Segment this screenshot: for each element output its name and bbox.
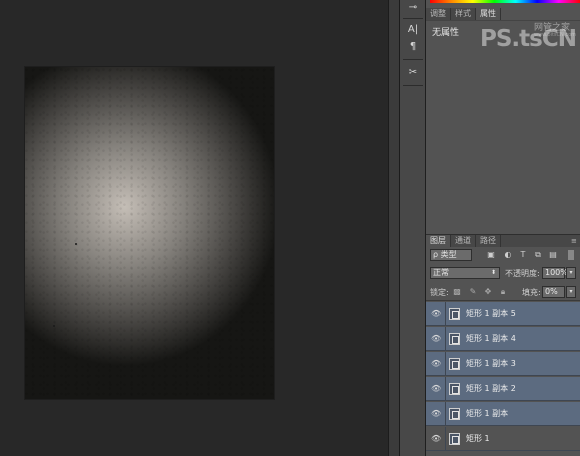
eye-icon[interactable]: 👁︎ (431, 359, 441, 369)
panel-dock-divider[interactable] (388, 0, 400, 456)
blend-mode-select[interactable]: 正常 ⬍ (430, 267, 500, 279)
lock-label: 锁定: (430, 288, 449, 297)
site-watermark: PS.tsCN 网管之家 www.bitsCN.com (466, 18, 580, 58)
layer-name[interactable]: 矩形 1 副本 4 (466, 333, 516, 345)
lock-image-pixels-icon[interactable]: ✎ (468, 287, 478, 297)
tab-channels[interactable]: 通道 (451, 235, 476, 247)
eye-icon[interactable]: 👁︎ (431, 309, 441, 319)
fill-label: 填充: (522, 288, 541, 297)
opacity-dropdown-arrow[interactable]: ▾ (566, 267, 576, 279)
opacity-input[interactable]: 100% (542, 267, 568, 279)
type-filter-icon[interactable]: T (518, 250, 528, 260)
shape-layer-thumbnail[interactable] (449, 383, 460, 395)
layer-row[interactable]: 👁︎ 矩形 1 副本 2 (426, 377, 580, 401)
watermark-url: www.bitsCN.com (534, 32, 577, 38)
toolstrip-divider (403, 18, 423, 19)
shape-layer-thumbnail[interactable] (449, 433, 460, 445)
layer-row-divider (445, 327, 446, 351)
shape-filter-icon[interactable]: ⧉ (533, 250, 543, 260)
tab-paths[interactable]: 路径 (476, 235, 501, 247)
layer-row-divider (445, 302, 446, 326)
document-canvas[interactable] (25, 67, 274, 399)
layer-row-divider (445, 402, 446, 426)
layer-row[interactable]: 👁︎ 矩形 1 副本 3 (426, 352, 580, 376)
lock-transparent-pixels-icon[interactable]: ▩ (452, 287, 462, 297)
chevron-down-icon: ⬍ (490, 269, 496, 276)
layer-row[interactable]: 👁︎ 矩形 1 副本 (426, 402, 580, 426)
layer-row-divider (445, 377, 446, 401)
brush-settings-icon[interactable]: ⊸ (403, 0, 423, 16)
shape-layer-thumbnail[interactable] (449, 333, 460, 345)
filter-toggle-switch[interactable] (568, 250, 574, 260)
paragraph-icon[interactable]: ¶ (403, 39, 423, 55)
smart-object-filter-icon[interactable]: ▤ (548, 250, 558, 260)
opacity-label: 不透明度: (505, 269, 540, 278)
layer-row-divider (445, 352, 446, 376)
canvas-area[interactable] (0, 0, 388, 456)
pixel-filter-icon[interactable]: ▣ (486, 250, 496, 260)
adjustment-filter-icon[interactable]: ◐ (503, 250, 513, 260)
toolstrip-divider (403, 85, 423, 86)
layer-name[interactable]: 矩形 1 副本 3 (466, 358, 516, 370)
texture-speck (254, 279, 256, 281)
shape-layer-thumbnail[interactable] (449, 308, 460, 320)
character-icon[interactable]: A| (403, 22, 423, 38)
tab-layers[interactable]: 图层 (426, 235, 451, 247)
panel-menu-icon[interactable]: ≡ (571, 237, 577, 246)
shape-layer-thumbnail[interactable] (449, 358, 460, 370)
eye-icon[interactable]: 👁︎ (431, 409, 441, 419)
eye-icon[interactable]: 👁︎ (431, 334, 441, 344)
layer-name[interactable]: 矩形 1 (466, 433, 490, 445)
blend-mode-value: 正常 (433, 268, 449, 277)
shape-layer-thumbnail[interactable] (449, 408, 460, 420)
texture-speck (75, 243, 77, 245)
eye-icon[interactable]: 👁︎ (431, 384, 441, 394)
texture-speck (53, 325, 55, 327)
tab-adjustments[interactable]: 调整 (426, 8, 451, 20)
fill-input[interactable]: 0% (542, 286, 565, 298)
tool-presets-icon[interactable]: ✂ (403, 65, 423, 81)
lock-position-icon[interactable]: ✥ (483, 287, 493, 297)
layers-tabs: 图层 通道 路径 (426, 235, 501, 247)
kind-filter-select[interactable]: ρ 类型 (430, 249, 472, 261)
layer-row-divider (445, 427, 446, 451)
layer-row[interactable]: 👁︎ 矩形 1 副本 4 (426, 327, 580, 351)
layer-name[interactable]: 矩形 1 副本 5 (466, 308, 516, 320)
collapsed-panels-toolstrip: ⊸ A| ¶ ✂ (400, 0, 426, 456)
toolstrip-divider (403, 59, 423, 60)
layer-name[interactable]: 矩形 1 副本 2 (466, 383, 516, 395)
layer-row[interactable]: 👁︎ 矩形 1 (426, 427, 580, 451)
eye-icon[interactable]: 👁︎ (431, 434, 441, 444)
layer-name[interactable]: 矩形 1 副本 (466, 408, 508, 420)
layer-row[interactable]: 👁︎ 矩形 1 副本 5 (426, 302, 580, 326)
no-properties-text: 无属性 (432, 28, 460, 38)
lock-all-icon[interactable]: 🔒︎ (498, 287, 508, 297)
fill-dropdown-arrow[interactable]: ▾ (566, 286, 576, 298)
color-spectrum-bar[interactable] (430, 0, 580, 3)
